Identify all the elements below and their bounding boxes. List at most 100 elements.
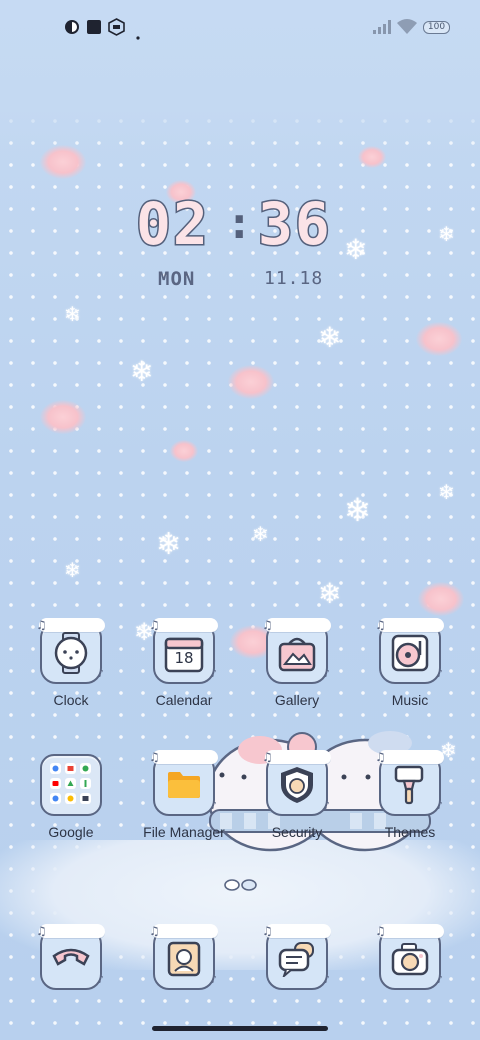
music-note-icon: ♫: [149, 618, 160, 632]
music-record-icon: [390, 633, 430, 677]
phone-icon: [51, 944, 91, 978]
app-themes-tile[interactable]: ♫ ♪: [375, 750, 444, 816]
snowflake-icon: ❄: [252, 522, 269, 546]
app-music[interactable]: ♫ ♪ Music: [360, 618, 460, 708]
snowflake-icon: ❄: [130, 355, 154, 388]
music-note-icon: ♪: [435, 799, 443, 812]
home-gesture-bar[interactable]: [152, 1026, 328, 1031]
app-clock[interactable]: ♫ ♪ Clock: [21, 618, 121, 708]
page-indicator[interactable]: [224, 876, 258, 895]
app-gallery[interactable]: ♫ ♪ Gallery: [247, 618, 347, 708]
music-note-icon: ♪: [322, 973, 330, 986]
clock-day: MON: [158, 268, 196, 290]
dock-contacts-tile[interactable]: ♫ ♪: [149, 924, 218, 990]
app-calendar-tile[interactable]: ♫ ♪ 18: [149, 618, 218, 684]
messages-icon: [277, 941, 317, 981]
music-note-icon: ♫: [36, 618, 47, 632]
music-note-icon: ♫: [262, 618, 273, 632]
heart-decoration: [228, 365, 274, 399]
heart-decoration: [170, 440, 198, 462]
music-note-icon: ♫: [375, 750, 386, 764]
dock-contacts[interactable]: ♫ ♪: [134, 924, 234, 990]
snowflake-icon: ❄: [156, 527, 182, 562]
hexagon-notification-icon: [108, 18, 125, 40]
music-note-icon: ♫: [375, 924, 386, 938]
heart-decoration: [418, 582, 464, 616]
app-themes-label: Themes: [384, 824, 436, 840]
square-notification-icon: [86, 19, 102, 39]
folder-icon: [166, 770, 202, 804]
app-indicator-icon: [64, 19, 80, 39]
clock-widget[interactable]: 02 : 36 MON 11.18: [130, 189, 350, 300]
dock-phone[interactable]: ♫ ♪: [21, 924, 121, 990]
heart-decoration: [40, 400, 86, 434]
dock-messages[interactable]: ♫ ♪: [247, 924, 347, 990]
gallery-icon: [277, 634, 317, 676]
snowflake-icon: ❄: [64, 302, 81, 326]
status-bar: 100: [0, 0, 480, 56]
music-note-icon: ♫: [36, 924, 47, 938]
battery-icon: 100: [423, 21, 450, 34]
app-security-label: Security: [271, 824, 323, 840]
shield-icon: [278, 765, 316, 809]
app-file-manager-label: File Manager: [143, 824, 225, 840]
watch-icon: [52, 632, 90, 678]
google-folder-icon: [47, 759, 95, 811]
app-music-tile[interactable]: ♫ ♪: [375, 618, 444, 684]
heart-decoration: [358, 146, 386, 168]
app-calendar[interactable]: ♫ ♪ 18 Calendar: [134, 618, 234, 708]
app-security[interactable]: ♫ ♪ Security: [247, 750, 347, 840]
paintbrush-icon: [392, 765, 428, 809]
snowflake-icon: ❄: [318, 321, 342, 354]
music-note-icon: ♫: [375, 618, 386, 632]
battery-level: 100: [427, 22, 446, 32]
dock-messages-tile[interactable]: ♫ ♪: [262, 924, 331, 990]
calendar-icon: 18: [164, 637, 204, 673]
signal-icon: [372, 19, 392, 39]
camera-icon: [390, 942, 430, 980]
snowflake-icon: ❄: [318, 577, 342, 610]
music-note-icon: ♫: [149, 750, 160, 764]
snowflake-icon: ❄: [438, 222, 455, 246]
app-music-label: Music: [391, 692, 429, 708]
app-file-manager[interactable]: ♫ ♪ File Manager: [134, 750, 234, 840]
app-clock-label: Clock: [53, 692, 89, 708]
dock-phone-tile[interactable]: ♫ ♪: [36, 924, 105, 990]
app-google-folder[interactable]: Google: [21, 754, 121, 840]
music-note-icon: ♪: [209, 973, 217, 986]
music-note-icon: ♪: [209, 667, 217, 680]
clock-minutes: 36: [257, 189, 332, 260]
music-note-icon: ♪: [322, 799, 330, 812]
music-note-icon: ♪: [435, 667, 443, 680]
music-note-icon: ♫: [262, 750, 273, 764]
heart-decoration: [40, 145, 86, 179]
contacts-icon: [166, 940, 202, 982]
music-note-icon: ♫: [262, 924, 273, 938]
dock-camera-tile[interactable]: ♫ ♪: [375, 924, 444, 990]
calendar-date-badge: 18: [174, 649, 194, 668]
heart-decoration: [416, 322, 462, 356]
app-security-tile[interactable]: ♫ ♪: [262, 750, 331, 816]
app-file-manager-tile[interactable]: ♫ ♪: [149, 750, 218, 816]
snowflake-icon: ❄: [438, 480, 455, 504]
dock-camera[interactable]: ♫ ♪: [360, 924, 460, 990]
clock-date: 11.18: [264, 268, 324, 289]
music-note-icon: ♫: [149, 924, 160, 938]
music-note-icon: ♪: [322, 667, 330, 680]
app-clock-tile[interactable]: ♫ ♪: [36, 618, 105, 684]
app-calendar-label: Calendar: [155, 692, 213, 708]
clock-hours: 02: [135, 189, 210, 260]
music-note-icon: ♪: [209, 799, 217, 812]
app-google-label: Google: [48, 824, 94, 840]
app-google-folder-tile[interactable]: [40, 754, 102, 816]
wifi-icon: [396, 18, 418, 39]
clock-separator: :: [226, 198, 253, 249]
music-note-icon: ♪: [435, 973, 443, 986]
app-gallery-label: Gallery: [274, 692, 320, 708]
music-note-icon: ♪: [96, 667, 104, 680]
music-note-icon: ♪: [96, 973, 104, 986]
dot-icon: [136, 25, 140, 44]
app-gallery-tile[interactable]: ♫ ♪: [262, 618, 331, 684]
snowflake-icon: ❄: [64, 558, 81, 582]
app-themes[interactable]: ♫ ♪ Themes: [360, 750, 460, 840]
